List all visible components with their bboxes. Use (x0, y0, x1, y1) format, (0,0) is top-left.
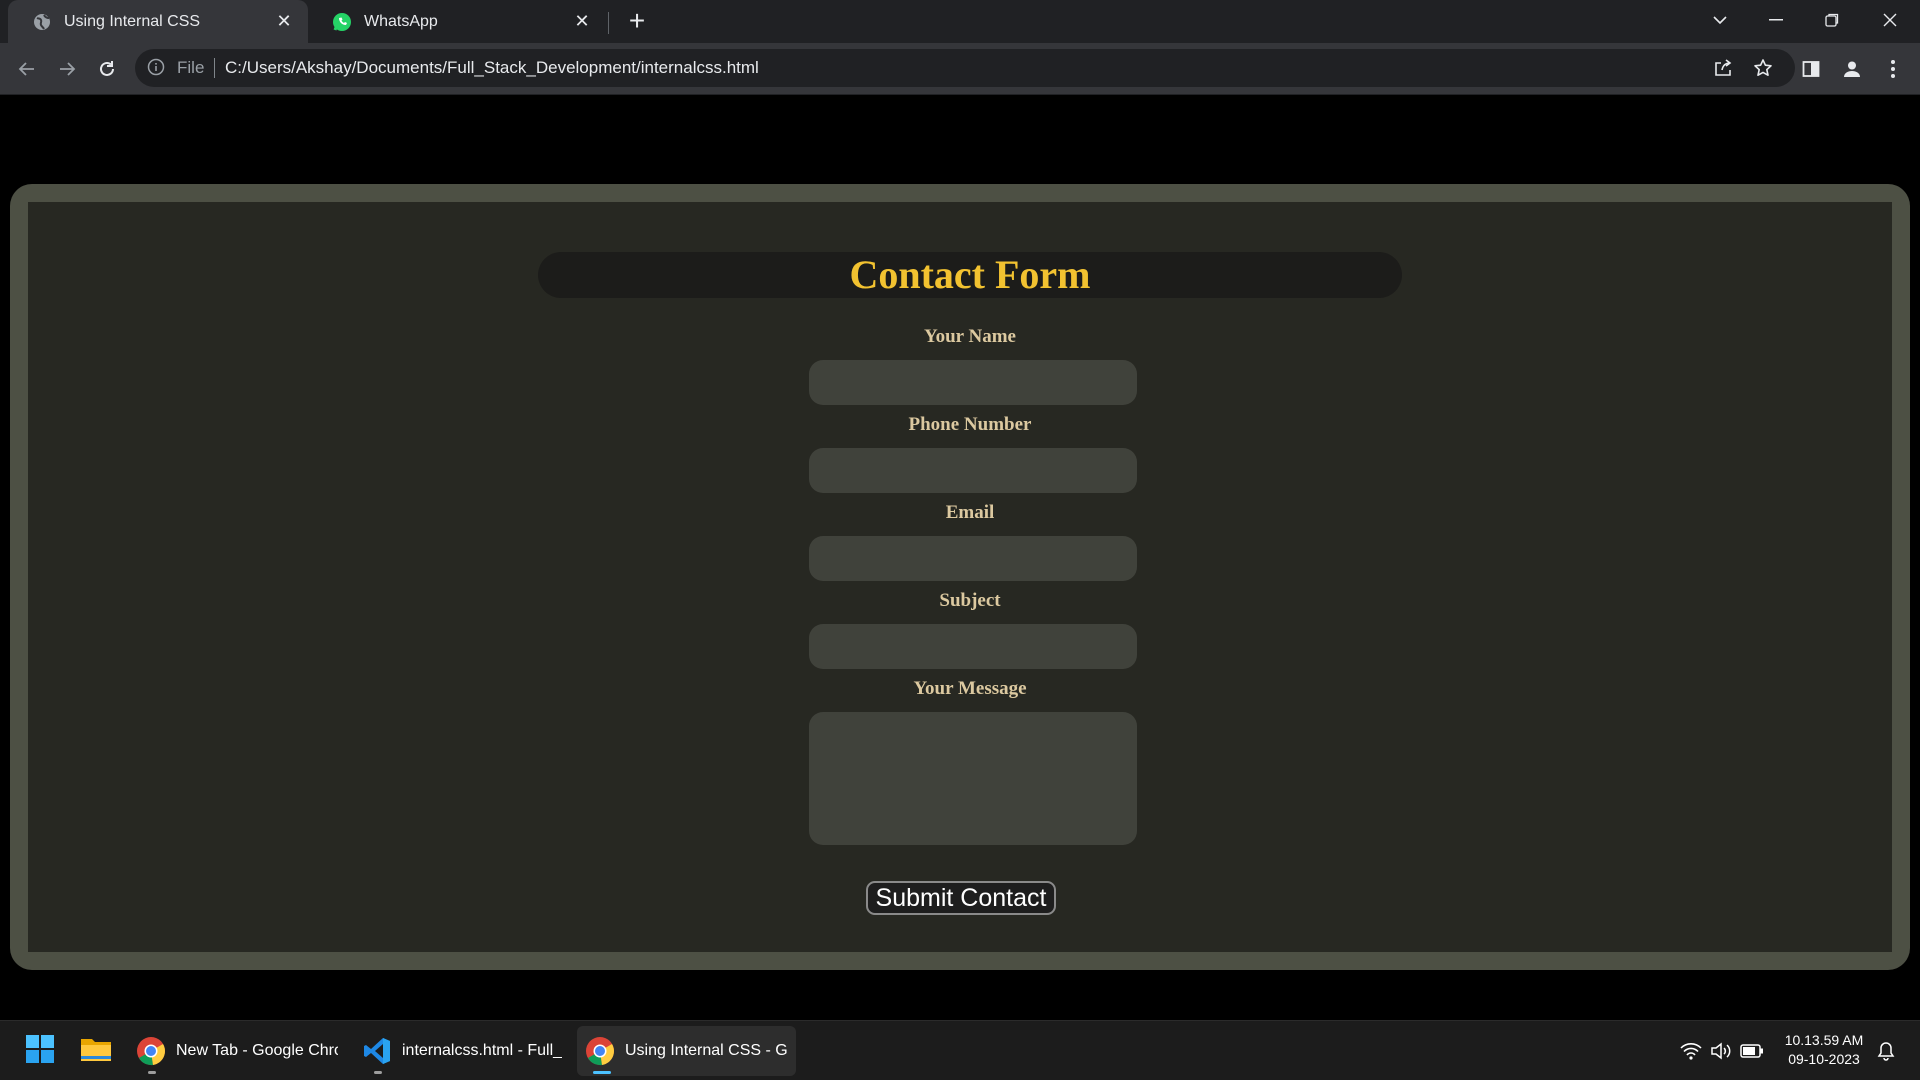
whatsapp-icon (332, 12, 352, 32)
name-field[interactable] (809, 360, 1137, 405)
phone-label: Phone Number (908, 414, 1032, 435)
subject-field[interactable] (809, 624, 1137, 669)
active-indicator (593, 1071, 611, 1074)
vscode-icon (362, 1036, 392, 1066)
minimize-icon[interactable] (1748, 0, 1804, 40)
page-title: Contact Form (538, 252, 1402, 298)
phone-field[interactable] (809, 448, 1137, 493)
message-label: Your Message (913, 678, 1027, 699)
message-field[interactable] (809, 712, 1137, 845)
start-button[interactable] (20, 1026, 60, 1076)
taskbar-item-using-internal-css[interactable]: Using Internal CSS - Google Chrome (577, 1026, 796, 1076)
battery-icon[interactable] (1738, 1026, 1766, 1076)
subject-label: Subject (939, 590, 1001, 611)
close-window-icon[interactable] (1862, 0, 1918, 40)
bookmark-star-icon[interactable] (1751, 56, 1775, 80)
taskbar-item-vscode[interactable]: internalcss.html - Full_Stack_Developmen… (356, 1026, 564, 1076)
tab-search-icon[interactable] (1692, 0, 1748, 40)
taskbar-item-label: Using Internal CSS - Google Chrome (625, 1042, 787, 1059)
windows-logo-icon (25, 1034, 55, 1069)
email-label: Email (945, 502, 995, 523)
submit-contact-button[interactable]: Submit Contact (866, 881, 1056, 915)
browser-tab-strip: Using Internal CSS ✕ WhatsApp ✕ + (0, 0, 1920, 43)
volume-icon[interactable] (1708, 1026, 1734, 1076)
profile-icon[interactable] (1836, 53, 1868, 85)
running-indicator (374, 1071, 382, 1074)
email-field[interactable] (809, 536, 1137, 581)
back-arrow-icon[interactable] (11, 53, 43, 85)
omnibox-separator (214, 58, 215, 78)
name-label: Your Name (923, 326, 1016, 347)
tab-title: Using Internal CSS (64, 12, 201, 30)
page-frame: Contact Form Your Name Phone Number Emai… (10, 184, 1910, 970)
taskbar-item-label: internalcss.html - Full_Stack_Developmen… (402, 1042, 562, 1059)
folder-icon (80, 1035, 112, 1068)
scheme-label: File (177, 58, 205, 77)
notification-bell-icon[interactable] (1874, 1026, 1898, 1076)
globe-icon (32, 12, 52, 32)
clock-time: 10.13.59 AM (1784, 1032, 1864, 1048)
chrome-icon (585, 1036, 615, 1066)
tab-title: WhatsApp (364, 12, 438, 30)
clock-date: 09-10-2023 (1788, 1051, 1860, 1067)
tab-whatsapp[interactable]: WhatsApp ✕ (308, 0, 606, 43)
more-menu-icon[interactable] (1877, 53, 1909, 85)
wifi-icon[interactable] (1678, 1026, 1704, 1076)
close-tab-icon[interactable]: ✕ (274, 11, 294, 32)
file-explorer-button[interactable] (76, 1026, 116, 1076)
new-tab-button[interactable]: + (622, 6, 652, 36)
running-indicator (148, 1071, 156, 1074)
close-tab-icon[interactable]: ✕ (572, 11, 592, 32)
info-icon[interactable] (147, 58, 165, 81)
chrome-icon (136, 1036, 166, 1066)
taskbar-item-label: New Tab - Google Chrome (176, 1042, 338, 1059)
system-clock[interactable]: 10.13.59 AM 09-10-2023 (1776, 1031, 1872, 1069)
forward-arrow-icon[interactable] (51, 53, 83, 85)
contact-panel: Contact Form Your Name Phone Number Emai… (28, 202, 1892, 952)
browser-toolbar: File C:/Users/Akshay/Documents/Full_Stac… (0, 43, 1920, 95)
tab-using-internal-css[interactable]: Using Internal CSS ✕ (8, 0, 308, 43)
share-icon[interactable] (1711, 56, 1735, 80)
restore-icon[interactable] (1804, 0, 1860, 40)
reload-icon[interactable] (91, 53, 123, 85)
windows-taskbar: New Tab - Google Chrome internalcss.html… (0, 1020, 1920, 1080)
taskbar-item-new-tab[interactable]: New Tab - Google Chrome (130, 1026, 342, 1076)
url-text[interactable]: C:/Users/Akshay/Documents/Full_Stack_Dev… (225, 58, 759, 78)
tab-separator (608, 12, 609, 34)
address-bar[interactable]: File C:/Users/Akshay/Documents/Full_Stac… (135, 49, 1795, 87)
side-panel-icon[interactable] (1795, 53, 1827, 85)
